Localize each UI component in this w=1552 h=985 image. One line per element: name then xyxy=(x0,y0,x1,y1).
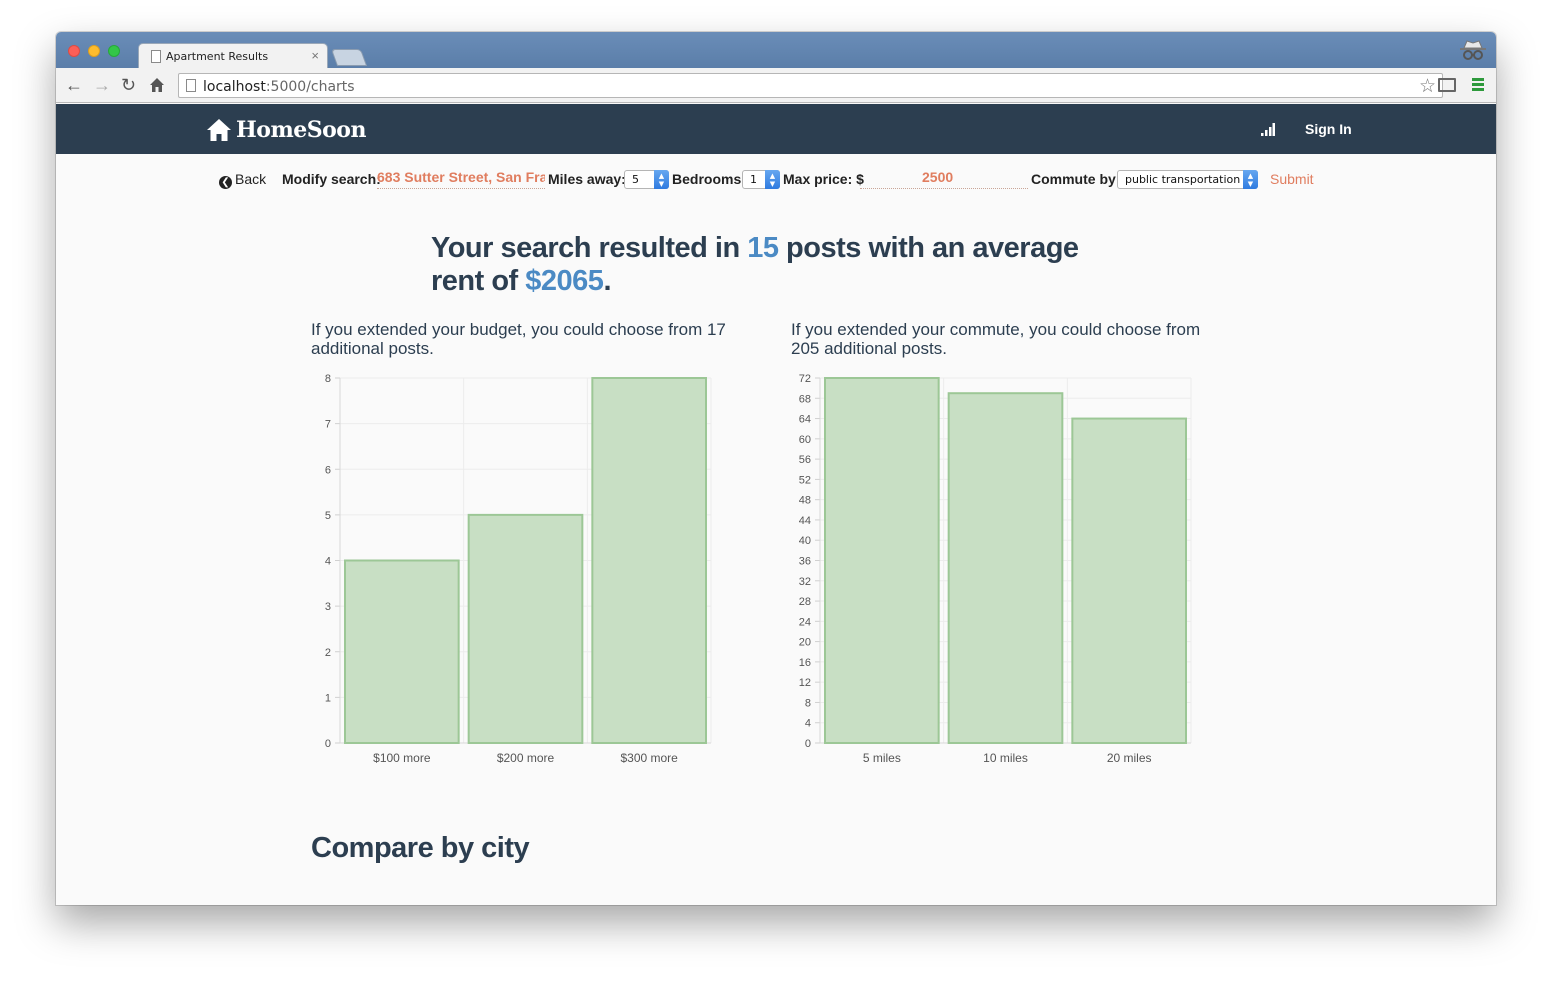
commute-chart-x-tick-label: 10 miles xyxy=(983,751,1028,765)
signal-icon[interactable] xyxy=(1261,122,1275,136)
url-text: localhost:5000/charts xyxy=(203,79,355,95)
miles-away-value: 5 xyxy=(632,173,639,186)
commute-chart-bar xyxy=(824,377,940,744)
tab-close-icon[interactable]: × xyxy=(311,48,319,63)
budget-chart-x-tick-label: $100 more xyxy=(373,751,431,765)
budget-chart-bar xyxy=(467,513,584,744)
incognito-icon xyxy=(1460,40,1486,60)
page-icon xyxy=(186,79,196,92)
commute-chart-y-tick-label: 60 xyxy=(799,434,811,446)
modify-search-label: Modify search: xyxy=(282,171,381,187)
select-arrows-icon: ▲ ▼ xyxy=(765,170,780,189)
back-link[interactable]: ❮ Back xyxy=(219,171,266,189)
budget-chart-y-tick-label: 8 xyxy=(325,373,331,385)
commute-by-value: public transportation xyxy=(1125,173,1241,186)
budget-chart-y-tick-label: 1 xyxy=(325,692,331,704)
budget-bar-chart: 0 1 2 3 4 5 6 7 8 $100 more $200 more $300 more xyxy=(325,373,712,765)
commute-chart-y-tick-label: 0 xyxy=(805,738,811,750)
results-summary-heading: Your search resulted in 15 posts with an… xyxy=(431,232,1111,298)
minimize-window-button[interactable] xyxy=(88,45,100,57)
commute-chart-caption: If you extended your commute, you could … xyxy=(791,320,1201,358)
commute-chart-y-tick-label: 8 xyxy=(805,697,811,709)
forward-arrow-icon[interactable]: → xyxy=(93,75,111,95)
commute-chart-y-tick-label: 24 xyxy=(799,616,811,628)
address-bar[interactable]: localhost:5000/charts ☆ xyxy=(178,73,1443,98)
menu-icon[interactable] xyxy=(1472,78,1484,92)
commute-chart-y-tick-label: 72 xyxy=(799,373,811,385)
browser-tab[interactable]: Apartment Results × xyxy=(138,43,328,68)
post-count: 15 xyxy=(747,232,779,264)
commute-by-select[interactable]: public transportation ▲ ▼ xyxy=(1117,170,1258,189)
compare-by-city-heading: Compare by city xyxy=(311,832,530,864)
commute-chart-y-tick-label: 40 xyxy=(799,535,811,547)
commute-chart-bar xyxy=(1071,417,1188,745)
miles-away-select[interactable]: 5 ▲ ▼ xyxy=(624,170,669,189)
commute-chart-y-tick-label: 16 xyxy=(799,657,811,669)
zoom-window-button[interactable] xyxy=(108,45,120,57)
budget-chart-y-tick-label: 4 xyxy=(325,556,331,568)
browser-toolbar: ← → ↻ localhost:5000/charts ☆ xyxy=(56,68,1496,103)
home-icon xyxy=(207,119,231,141)
commute-chart-y-tick-label: 48 xyxy=(799,495,811,507)
bedrooms-value: 1 xyxy=(750,173,757,186)
bookmark-star-icon[interactable]: ☆ xyxy=(1419,75,1436,98)
close-window-button[interactable] xyxy=(68,45,80,57)
browser-window: Apartment Results × ← → ↻ localhost:5000… xyxy=(56,32,1496,905)
submit-button[interactable]: Submit xyxy=(1270,171,1314,187)
commute-chart-y-tick-label: 32 xyxy=(799,576,811,588)
back-arrow-icon[interactable]: ← xyxy=(65,75,83,95)
commute-chart-x-tick-label: 20 miles xyxy=(1107,751,1152,765)
max-price-input[interactable]: 2500 xyxy=(860,169,1028,189)
title-bar: Apartment Results × xyxy=(56,32,1496,68)
bedrooms-select[interactable]: 1 ▲ ▼ xyxy=(742,170,780,189)
budget-chart-x-tick-label: $300 more xyxy=(620,751,678,765)
modify-search-bar: ❮ Back Modify search: 683 Sutter Street, … xyxy=(56,154,1496,202)
max-price-label: Max price: $ xyxy=(783,171,864,187)
commute-chart-bar xyxy=(947,392,1064,744)
commute-chart-y-tick-label: 44 xyxy=(799,515,811,527)
page-icon xyxy=(151,50,161,63)
commute-chart-y-tick-label: 12 xyxy=(799,677,811,689)
commute-chart-y-tick-label: 36 xyxy=(799,556,811,568)
budget-chart-bar xyxy=(591,377,708,744)
budget-chart-y-tick-label: 3 xyxy=(325,601,331,613)
sign-in-link[interactable]: Sign In xyxy=(1305,121,1352,137)
summary-prefix: Your search resulted in xyxy=(431,232,748,264)
select-arrows-icon: ▲ ▼ xyxy=(1243,170,1258,189)
cast-icon[interactable] xyxy=(1438,78,1456,92)
commute-chart-x-tick-label: 5 miles xyxy=(863,751,901,765)
commute-bar-chart: 048121620242832364044485256606468725 mil… xyxy=(799,373,1192,765)
new-tab-button[interactable] xyxy=(330,49,368,66)
budget-chart-bar xyxy=(344,559,460,744)
commute-chart-y-tick-label: 28 xyxy=(799,596,811,608)
budget-chart-caption: If you extended your budget, you could c… xyxy=(311,320,726,358)
commute-chart-y-tick-label: 56 xyxy=(799,454,811,466)
brand-logo[interactable]: HomeSoon xyxy=(206,117,366,143)
brand-name: HomeSoon xyxy=(236,117,366,143)
home-icon[interactable] xyxy=(149,77,165,93)
average-rent: $2065 xyxy=(525,265,604,297)
site-navbar: HomeSoon Sign In xyxy=(56,104,1496,154)
budget-chart-x-tick-label: $200 more xyxy=(497,751,555,765)
summary-suffix: . xyxy=(603,265,611,297)
budget-chart-y-tick-label: 2 xyxy=(325,647,331,659)
tab-title: Apartment Results xyxy=(166,50,269,63)
miles-away-label: Miles away: xyxy=(548,171,626,187)
commute-chart-y-tick-label: 68 xyxy=(799,393,811,405)
reload-icon[interactable]: ↻ xyxy=(121,75,136,95)
budget-chart-y-tick-label: 0 xyxy=(325,738,331,750)
commute-chart-y-tick-label: 52 xyxy=(799,474,811,486)
commute-chart-y-tick-label: 4 xyxy=(805,718,811,730)
budget-chart-y-tick-label: 6 xyxy=(325,464,331,476)
back-circle-icon: ❮ xyxy=(219,176,232,189)
address-input[interactable]: 683 Sutter Street, San Francisco xyxy=(377,169,545,189)
commute-chart-y-tick-label: 20 xyxy=(799,637,811,649)
select-arrows-icon: ▲ ▼ xyxy=(654,170,669,189)
back-label: Back xyxy=(235,171,267,187)
budget-chart-y-tick-label: 7 xyxy=(325,419,331,431)
bedrooms-label: Bedrooms: xyxy=(672,171,746,187)
commute-by-label: Commute by: xyxy=(1031,171,1121,187)
commute-chart-y-tick-label: 64 xyxy=(799,414,811,426)
budget-chart-y-tick-label: 5 xyxy=(325,510,331,522)
